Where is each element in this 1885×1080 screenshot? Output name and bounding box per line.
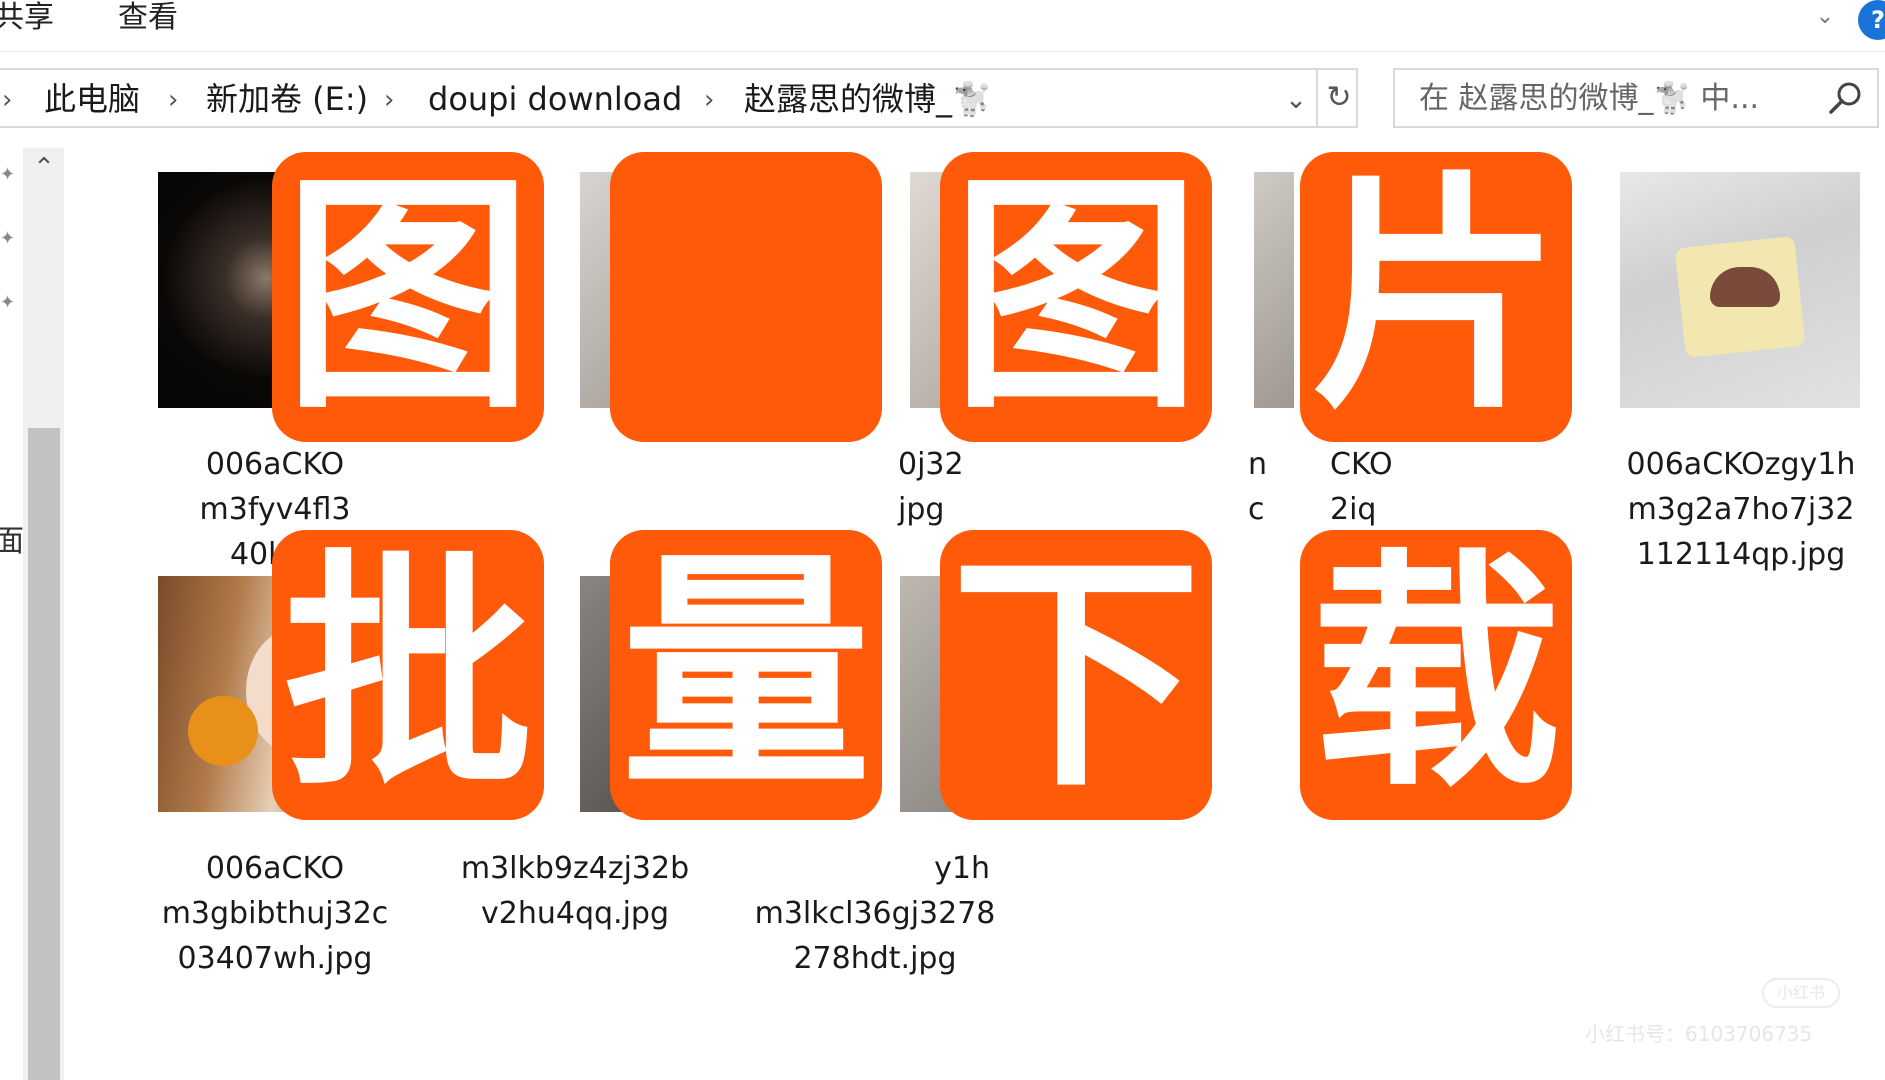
banner-char: 载 bbox=[1300, 530, 1572, 820]
banner-glyph: 图 bbox=[283, 151, 533, 442]
banner-glyph: 批 bbox=[283, 529, 533, 820]
file-name[interactable]: 0j32 jpg bbox=[770, 442, 1060, 532]
banner-glyph: 下 bbox=[951, 529, 1201, 820]
ribbon-tab-share[interactable]: 共享 bbox=[0, 0, 54, 36]
banner-glyph: 片 bbox=[1311, 151, 1561, 442]
banner-char: 图 bbox=[940, 152, 1212, 442]
banner-glyph: 量 bbox=[621, 529, 871, 820]
file-name[interactable]: 006aCKOzgy1h m3g2a7ho7j32 112114qp.jpg bbox=[1596, 442, 1885, 577]
pin-icon[interactable]: ✦ bbox=[0, 292, 15, 313]
banner-char: 图 bbox=[272, 152, 544, 442]
orange-fruit bbox=[188, 696, 258, 766]
navigation-pane[interactable]: ✦ ✦ ✦ 面 bbox=[0, 148, 24, 1080]
breadcrumb-volume-e[interactable]: 新加卷 (E:) bbox=[206, 79, 368, 119]
refresh-icon[interactable]: ↻ bbox=[1316, 70, 1360, 126]
address-history-dropdown-icon[interactable]: ⌄ bbox=[1278, 80, 1314, 120]
banner-char-bg bbox=[610, 152, 882, 442]
banner-glyph: 载 bbox=[1311, 529, 1561, 820]
chevron-right-icon[interactable]: › bbox=[384, 82, 394, 118]
file-thumbnail[interactable] bbox=[1620, 172, 1860, 408]
banner-char: 批 bbox=[272, 530, 544, 820]
banner-char: 图 片 bbox=[610, 152, 882, 442]
search-placeholder: 在 赵露思的微博_🐩 中... bbox=[1419, 81, 1760, 116]
chevron-right-icon: › bbox=[2, 85, 13, 115]
address-bar[interactable]: › 此电脑 › 新加卷 (E:) › doupi download › 赵露思的… bbox=[0, 68, 1358, 128]
file-name[interactable]: y1h m3lkcl36gj3278 278hdt.jpg bbox=[730, 846, 1020, 981]
nav-scrollbar[interactable]: ⌃ bbox=[24, 148, 64, 1080]
scroll-thumb[interactable] bbox=[28, 428, 60, 1080]
watermark-logo: 小红书 bbox=[1762, 978, 1840, 1008]
breadcrumb-current-folder[interactable]: 赵露思的微博_🐩 bbox=[744, 79, 992, 119]
chevron-right-icon[interactable]: › bbox=[704, 82, 714, 118]
file-name[interactable]: 006aCKO m3gbibthuj32c 03407wh.jpg bbox=[130, 846, 420, 981]
scroll-up-icon[interactable]: ⌃ bbox=[24, 148, 64, 188]
file-thumbnail[interactable] bbox=[1254, 172, 1294, 408]
help-icon[interactable]: ? bbox=[1858, 0, 1885, 40]
search-input[interactable]: 在 赵露思的微博_🐩 中... bbox=[1393, 68, 1879, 128]
pin-icon[interactable]: ✦ bbox=[0, 164, 15, 185]
file-name[interactable]: m3lkb9z4zj32b v2hu4qq.jpg bbox=[430, 846, 720, 936]
chevron-right-icon[interactable]: › bbox=[168, 82, 178, 118]
banner-char: 片 bbox=[1300, 152, 1572, 442]
breadcrumb-this-pc[interactable]: 此电脑 bbox=[44, 79, 140, 119]
banner-glyph: 图 bbox=[951, 151, 1201, 442]
ribbon: 共享 查看 ⌄ ? bbox=[0, 0, 1885, 52]
ribbon-collapse-chevron-icon[interactable]: ⌄ bbox=[1808, 4, 1842, 34]
ribbon-tab-view[interactable]: 查看 bbox=[118, 0, 178, 36]
banner-char: 下 bbox=[940, 530, 1212, 820]
breadcrumb-doupi-download[interactable]: doupi download bbox=[428, 79, 682, 119]
watermark-text: 小红书号：6103706735 bbox=[1585, 1022, 1813, 1046]
banner-char: 量 bbox=[610, 530, 882, 820]
nav-item-label[interactable]: 面 bbox=[0, 516, 24, 560]
file-name[interactable]: CKO 2iq bbox=[1330, 442, 1620, 532]
search-icon[interactable] bbox=[1823, 76, 1867, 120]
pin-icon[interactable]: ✦ bbox=[0, 228, 15, 249]
